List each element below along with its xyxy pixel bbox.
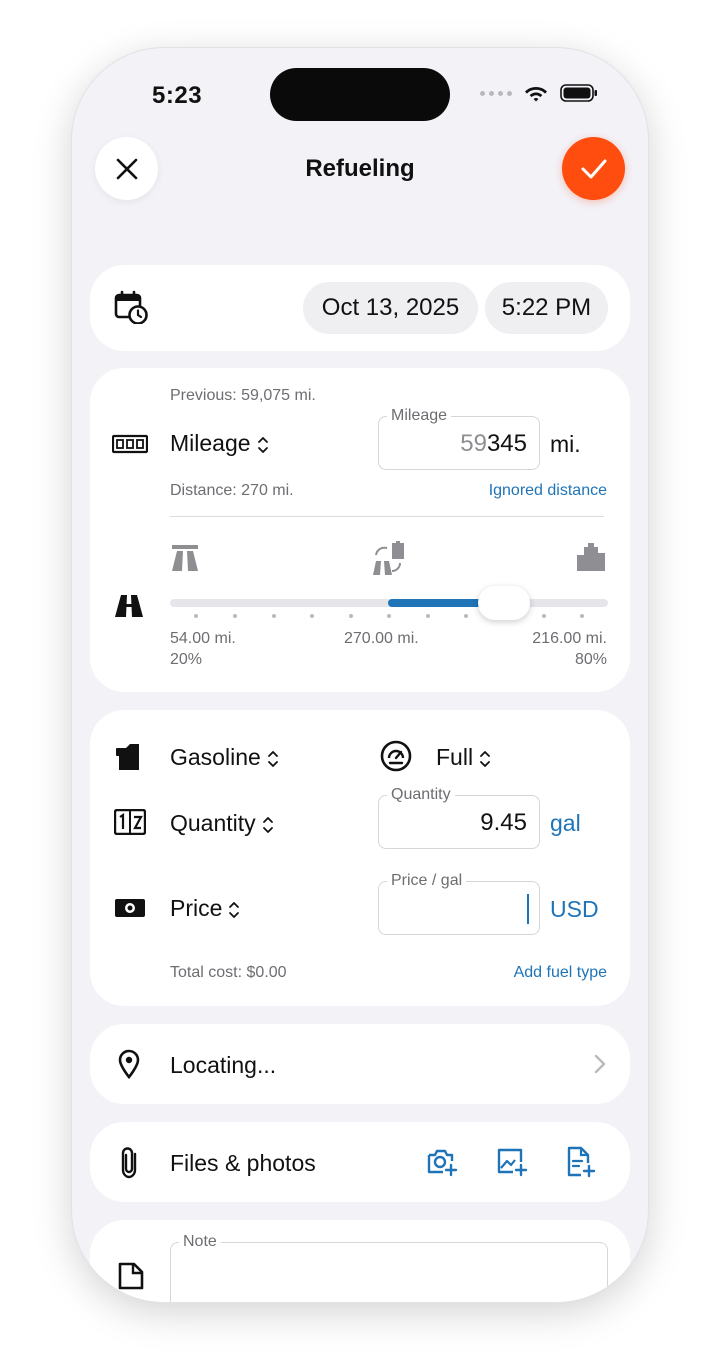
chevron-updown-icon [267, 751, 278, 767]
quantity-field-label: Quantity [387, 786, 455, 804]
price-field-label: Price / gal [387, 872, 467, 890]
fuel-can-icon [116, 744, 139, 770]
city-percent: 80% [574, 651, 607, 668]
slider-ticks [170, 614, 608, 618]
mileage-unit: mi. [550, 431, 581, 457]
signal-dots-icon [480, 90, 512, 96]
dynamic-island [270, 68, 450, 121]
quantity-selector[interactable]: Quantity [170, 810, 274, 837]
date-pill[interactable]: Oct 13, 2025 [303, 282, 478, 334]
driving-split-slider[interactable] [170, 586, 608, 620]
highway-icon [172, 545, 198, 571]
mileage-card: Previous: 59,075 mi. Mileage Mileage 593… [90, 368, 630, 692]
quantity-unit-button[interactable]: gal [550, 810, 581, 837]
note-card: Note [90, 1220, 630, 1302]
files-label: Files & photos [170, 1150, 316, 1176]
chevron-updown-icon [262, 817, 273, 833]
chevron-updown-icon [257, 437, 268, 453]
fuel-gauge-icon [380, 740, 412, 772]
fuel-type-selector[interactable]: Gasoline [170, 744, 279, 771]
fuel-type-label: Gasoline [170, 744, 261, 770]
odometer-icon [112, 434, 148, 454]
mileage-value-prefix: 59 [460, 430, 487, 457]
price-input[interactable]: Price / gal [378, 872, 540, 935]
total-distance: 270.00 mi. [344, 630, 419, 647]
phone-screen: 5:23 Refueling Oct 13, 2025 5:22 PM Prev… [72, 48, 648, 1302]
confirm-button[interactable] [562, 137, 625, 200]
quantity-value: 9.45 [480, 809, 527, 836]
checkmark-icon [581, 159, 606, 178]
highway-percent: 20% [170, 651, 203, 668]
price-label: Price [170, 895, 223, 921]
mileage-label: Mileage [170, 430, 251, 456]
document-add-icon[interactable] [566, 1146, 596, 1178]
city-icon [577, 543, 605, 571]
image-add-icon[interactable] [496, 1147, 528, 1177]
road-icon [115, 595, 143, 617]
note-field-label: Note [179, 1233, 221, 1251]
mileage-selector[interactable]: Mileage [170, 430, 269, 457]
datetime-card: Oct 13, 2025 5:22 PM [90, 265, 630, 351]
fuel-card: Gasoline Full Quantity Quantity 9.45 gal [90, 710, 630, 1006]
paperclip-icon [121, 1147, 137, 1179]
chevron-updown-icon [229, 902, 240, 918]
mileage-field-label: Mileage [387, 407, 452, 425]
quantity-label: Quantity [170, 810, 256, 836]
camera-add-icon[interactable] [426, 1147, 458, 1177]
highway-distance: 54.00 mi. [170, 630, 236, 647]
quantity-input[interactable]: Quantity 9.45 [378, 786, 540, 849]
price-selector[interactable]: Price [170, 895, 240, 922]
battery-icon [560, 84, 597, 102]
fill-level-label: Full [436, 744, 474, 770]
slider-fill [388, 599, 483, 607]
divider [170, 516, 604, 517]
chevron-updown-icon [480, 751, 490, 767]
banknote-icon [115, 899, 145, 917]
note-icon [118, 1262, 144, 1290]
total-cost: Total cost: $0.00 [170, 964, 287, 981]
price-currency-button[interactable]: USD [550, 896, 599, 923]
mileage-input[interactable]: Mileage 59345 [378, 407, 540, 470]
mixed-driving-icon [373, 541, 404, 575]
note-input[interactable]: Note [170, 1233, 608, 1302]
chevron-right-icon [594, 1054, 606, 1074]
mileage-value-suffix: 345 [486, 430, 527, 457]
previous-mileage: Previous: 59,075 mi. [170, 387, 316, 404]
fill-level-selector[interactable]: Full [436, 744, 491, 771]
status-time: 5:23 [152, 82, 203, 109]
location-pin-icon [118, 1049, 140, 1079]
time-pill[interactable]: 5:22 PM [485, 282, 608, 334]
status-icons [480, 84, 598, 102]
location-row[interactable]: Locating... [90, 1024, 630, 1104]
text-cursor [527, 894, 529, 924]
calendar-clock-icon [114, 290, 148, 324]
ignored-distance-link[interactable]: Ignored distance [489, 482, 607, 500]
city-distance: 216.00 mi. [532, 630, 607, 647]
wifi-icon [525, 87, 547, 102]
add-fuel-type-link[interactable]: Add fuel type [514, 964, 607, 982]
location-label: Locating... [170, 1052, 277, 1078]
distance-text: Distance: 270 mi. [170, 482, 294, 499]
quantity-icon [114, 809, 146, 835]
files-row: Files & photos [90, 1122, 630, 1202]
